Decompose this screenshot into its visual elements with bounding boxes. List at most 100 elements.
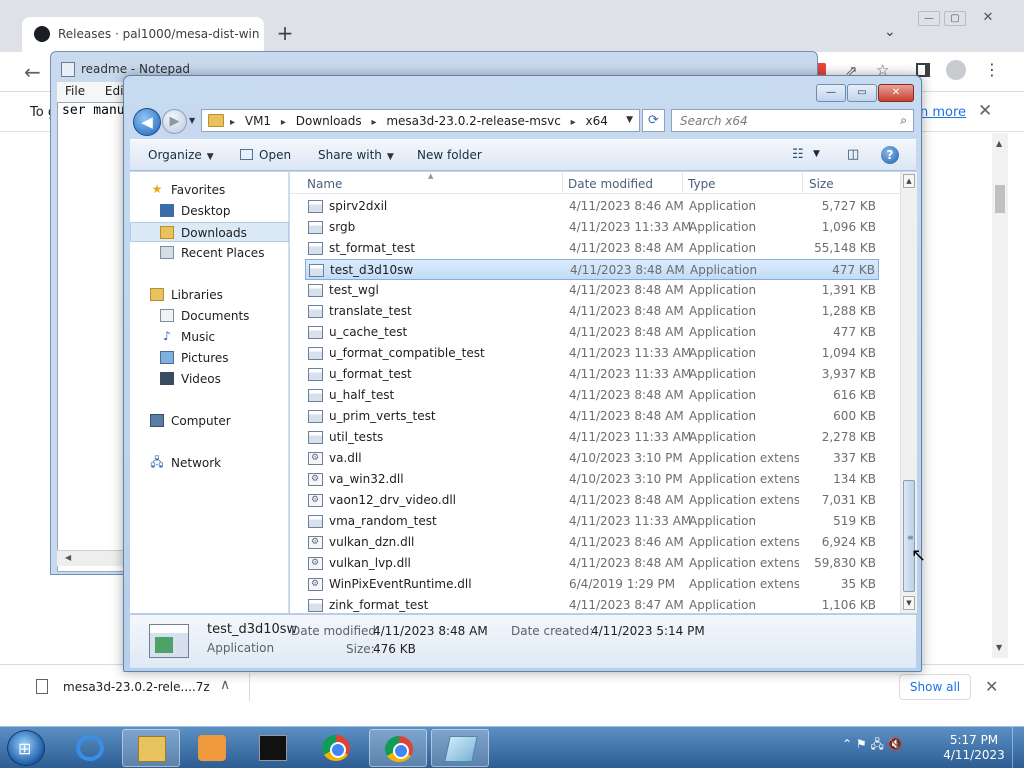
scroll-up-icon[interactable]: ▲ <box>996 139 1002 148</box>
scroll-left-icon[interactable]: ◀ <box>65 553 71 562</box>
file-row[interactable]: srgb 4/11/2023 11:33 AM Application 1,096 K… <box>305 217 879 238</box>
nav-network[interactable]: 🖧 Network <box>130 453 289 473</box>
explorer-minimize-button[interactable]: — <box>816 84 846 102</box>
show-desktop-button[interactable] <box>1012 727 1024 768</box>
chrome-page-scrollbar[interactable]: ▲ ▼ <box>992 133 1008 658</box>
file-row[interactable]: u_cache_test 4/11/2023 8:48 AM Application… <box>305 322 879 343</box>
scroll-down-icon[interactable]: ▼ <box>903 596 915 610</box>
file-row[interactable]: WinPixEventRuntime.dll 6/4/2019 1:29 PM Ap… <box>305 574 879 595</box>
nav-libraries[interactable]: Libraries <box>130 285 289 305</box>
menu-file[interactable]: File <box>57 82 93 100</box>
taskbar-chrome-1[interactable] <box>307 729 365 767</box>
address-dropdown-icon[interactable]: ▼ <box>626 115 633 125</box>
search-icon[interactable]: ⌕ <box>900 113 907 128</box>
search-input[interactable]: Search x64 ⌕ <box>671 109 914 132</box>
scrollbar-thumb[interactable]: ≡ <box>903 480 915 592</box>
breadcrumb-arrow-icon[interactable]: ▸ <box>230 117 235 128</box>
new-folder-button[interactable]: New folder <box>417 148 482 162</box>
taskbar-internet-explorer[interactable] <box>61 729 119 767</box>
nav-videos[interactable]: Videos <box>130 369 289 389</box>
file-row[interactable]: u_half_test 4/11/2023 8:48 AM Application 6… <box>305 385 879 406</box>
tab-search-button[interactable]: ⌄ <box>884 24 896 40</box>
start-button[interactable]: ⊞ <box>7 730 45 766</box>
file-row[interactable]: vma_random_test 4/11/2023 11:33 AM Applica… <box>305 511 879 532</box>
explorer-maximize-button[interactable]: ▭ <box>847 84 877 102</box>
file-row[interactable]: u_format_test 4/11/2023 11:33 AM Applicati… <box>305 364 879 385</box>
file-row[interactable]: test_d3d10sw 4/11/2023 8:48 AM Application… <box>305 259 879 280</box>
chrome-tab-releases[interactable]: Releases · pal1000/mesa-dist-win <box>22 17 264 52</box>
file-row[interactable]: vaon12_drv_video.dll 4/11/2023 8:48 AM App… <box>305 490 879 511</box>
file-row[interactable]: u_format_compatible_test 4/11/2023 11:33 … <box>305 343 879 364</box>
chrome-close-button[interactable]: ✕ <box>970 11 1006 26</box>
breadcrumb-arrow-icon[interactable]: ▸ <box>371 117 376 128</box>
file-row[interactable]: translate_test 4/11/2023 8:48 AM Applicati… <box>305 301 879 322</box>
refresh-icon[interactable]: ⟳ <box>642 109 665 132</box>
column-name[interactable]: Name <box>307 177 342 191</box>
nav-computer[interactable]: Computer <box>130 411 289 431</box>
download-menu-chevron-icon[interactable]: ∧ <box>220 677 230 693</box>
column-date-modified[interactable]: Date modified <box>568 177 653 191</box>
back-arrow-icon[interactable]: ← <box>24 60 41 84</box>
breadcrumb-mesa3d[interactable]: mesa3d-23.0.2-release-msvc <box>386 114 561 128</box>
file-row[interactable]: vulkan_dzn.dll 4/11/2023 8:46 AM Applicati… <box>305 532 879 553</box>
recent-pages-icon[interactable]: ▼ <box>189 116 195 125</box>
nav-recent-places[interactable]: Recent Places <box>130 243 289 263</box>
help-icon[interactable]: ? <box>881 146 899 164</box>
taskbar-media-player[interactable] <box>183 729 241 767</box>
chrome-minimize-button[interactable]: — <box>918 11 940 26</box>
scrollbar-thumb[interactable] <box>995 185 1005 213</box>
forward-button[interactable]: ▶ <box>162 109 187 134</box>
file-row[interactable]: spirv2dxil 4/11/2023 8:46 AM Application 5,… <box>305 196 879 217</box>
nav-pictures[interactable]: Pictures <box>130 348 289 368</box>
taskbar-notepad[interactable] <box>431 729 489 767</box>
download-item-name[interactable]: mesa3d-23.0.2-rele....7z <box>63 680 210 694</box>
scroll-up-icon[interactable]: ▲ <box>903 174 915 188</box>
change-view-icon[interactable]: ☷ <box>792 147 804 162</box>
back-button[interactable]: ◀ <box>133 108 161 136</box>
share-with-button[interactable]: Share with ▼ <box>318 148 394 162</box>
taskbar-chrome-2[interactable] <box>369 729 427 767</box>
nav-music[interactable]: ♪ Music <box>130 327 289 347</box>
breadcrumb-downloads[interactable]: Downloads <box>296 114 362 128</box>
nav-downloads[interactable]: Downloads <box>130 222 289 242</box>
breadcrumb-arrow-icon[interactable]: ▸ <box>281 117 286 128</box>
chrome-maximize-button[interactable]: ▢ <box>944 11 966 26</box>
file-row[interactable]: vulkan_lvp.dll 4/11/2023 8:48 AM Applicati… <box>305 553 879 574</box>
nav-favorites[interactable]: ★ Favorites <box>130 180 289 200</box>
file-row[interactable]: u_prim_verts_test 4/11/2023 8:48 AM Applic… <box>305 406 879 427</box>
explorer-close-button[interactable]: ✕ <box>878 84 914 102</box>
open-button[interactable]: Open <box>240 148 291 162</box>
show-all-button[interactable]: Show all <box>899 674 971 700</box>
file-row[interactable]: st_format_test 4/11/2023 8:48 AM Applicati… <box>305 238 879 259</box>
clock[interactable]: 5:17 PM 4/11/2023 <box>942 733 1006 763</box>
preview-pane-icon[interactable]: ◫ <box>847 147 859 162</box>
breadcrumb-vm1[interactable]: VM1 <box>245 114 271 128</box>
file-row[interactable]: util_tests 4/11/2023 11:33 AM Application 2… <box>305 427 879 448</box>
nav-desktop[interactable]: Desktop <box>130 201 289 221</box>
explorer-window[interactable]: — ▭ ✕ ◀ ▶ ▼ ▸ VM1 ▸ Downloads ▸ mesa3d-2… <box>123 75 922 672</box>
infobar-close-icon[interactable]: ✕ <box>978 101 992 121</box>
file-row[interactable]: test_wgl 4/11/2023 8:48 AM Application 1,39… <box>305 280 879 301</box>
column-size[interactable]: Size <box>809 177 834 191</box>
profile-avatar-icon[interactable] <box>946 60 966 80</box>
column-type[interactable]: Type <box>688 177 716 191</box>
new-tab-button[interactable]: + <box>274 22 296 44</box>
download-bar-close-icon[interactable]: ✕ <box>985 677 998 696</box>
file-row[interactable]: va_win32.dll 4/10/2023 3:10 PM Application… <box>305 469 879 490</box>
scroll-down-icon[interactable]: ▼ <box>996 643 1002 652</box>
column-divider[interactable] <box>802 172 803 194</box>
nav-documents[interactable]: Documents <box>130 306 289 326</box>
file-row[interactable]: va.dll 4/10/2023 3:10 PM Application exten… <box>305 448 879 469</box>
breadcrumb-x64[interactable]: x64 <box>586 114 608 128</box>
breadcrumb-arrow-icon[interactable]: ▸ <box>571 117 576 128</box>
file-row[interactable]: zink_format_test 4/11/2023 8:47 AM Applica… <box>305 595 879 616</box>
taskbar-file-explorer[interactable] <box>122 729 180 767</box>
system-tray[interactable]: ⌃ ⚑ 🖧 🔇 <box>842 735 903 756</box>
infobar-learn-more-link[interactable]: n more <box>920 105 966 120</box>
column-divider[interactable] <box>682 172 683 194</box>
column-divider[interactable] <box>562 172 563 194</box>
view-options-chevron-icon[interactable]: ▼ <box>813 149 820 159</box>
organize-button[interactable]: Organize ▼ <box>148 148 214 162</box>
taskbar-command-prompt[interactable] <box>244 729 302 767</box>
chrome-menu-icon[interactable]: ⋮ <box>984 60 1000 79</box>
